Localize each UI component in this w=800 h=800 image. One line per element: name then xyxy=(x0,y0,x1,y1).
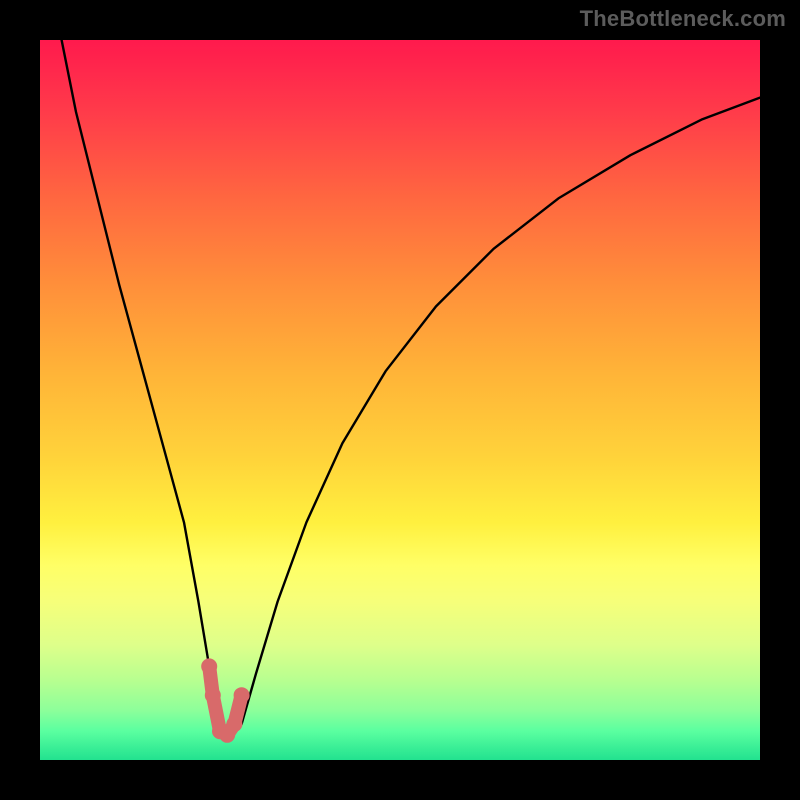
min-highlight-dot xyxy=(201,658,217,674)
min-highlight-dot xyxy=(205,687,221,703)
min-highlight-dots xyxy=(201,658,249,742)
bottleneck-curve xyxy=(62,40,760,738)
watermark-text: TheBottleneck.com xyxy=(580,6,786,32)
chart-frame: TheBottleneck.com xyxy=(0,0,800,800)
plot-area xyxy=(40,40,760,760)
min-highlight-dot xyxy=(226,716,242,732)
curve-layer xyxy=(40,40,760,760)
min-highlight-dot xyxy=(234,687,250,703)
